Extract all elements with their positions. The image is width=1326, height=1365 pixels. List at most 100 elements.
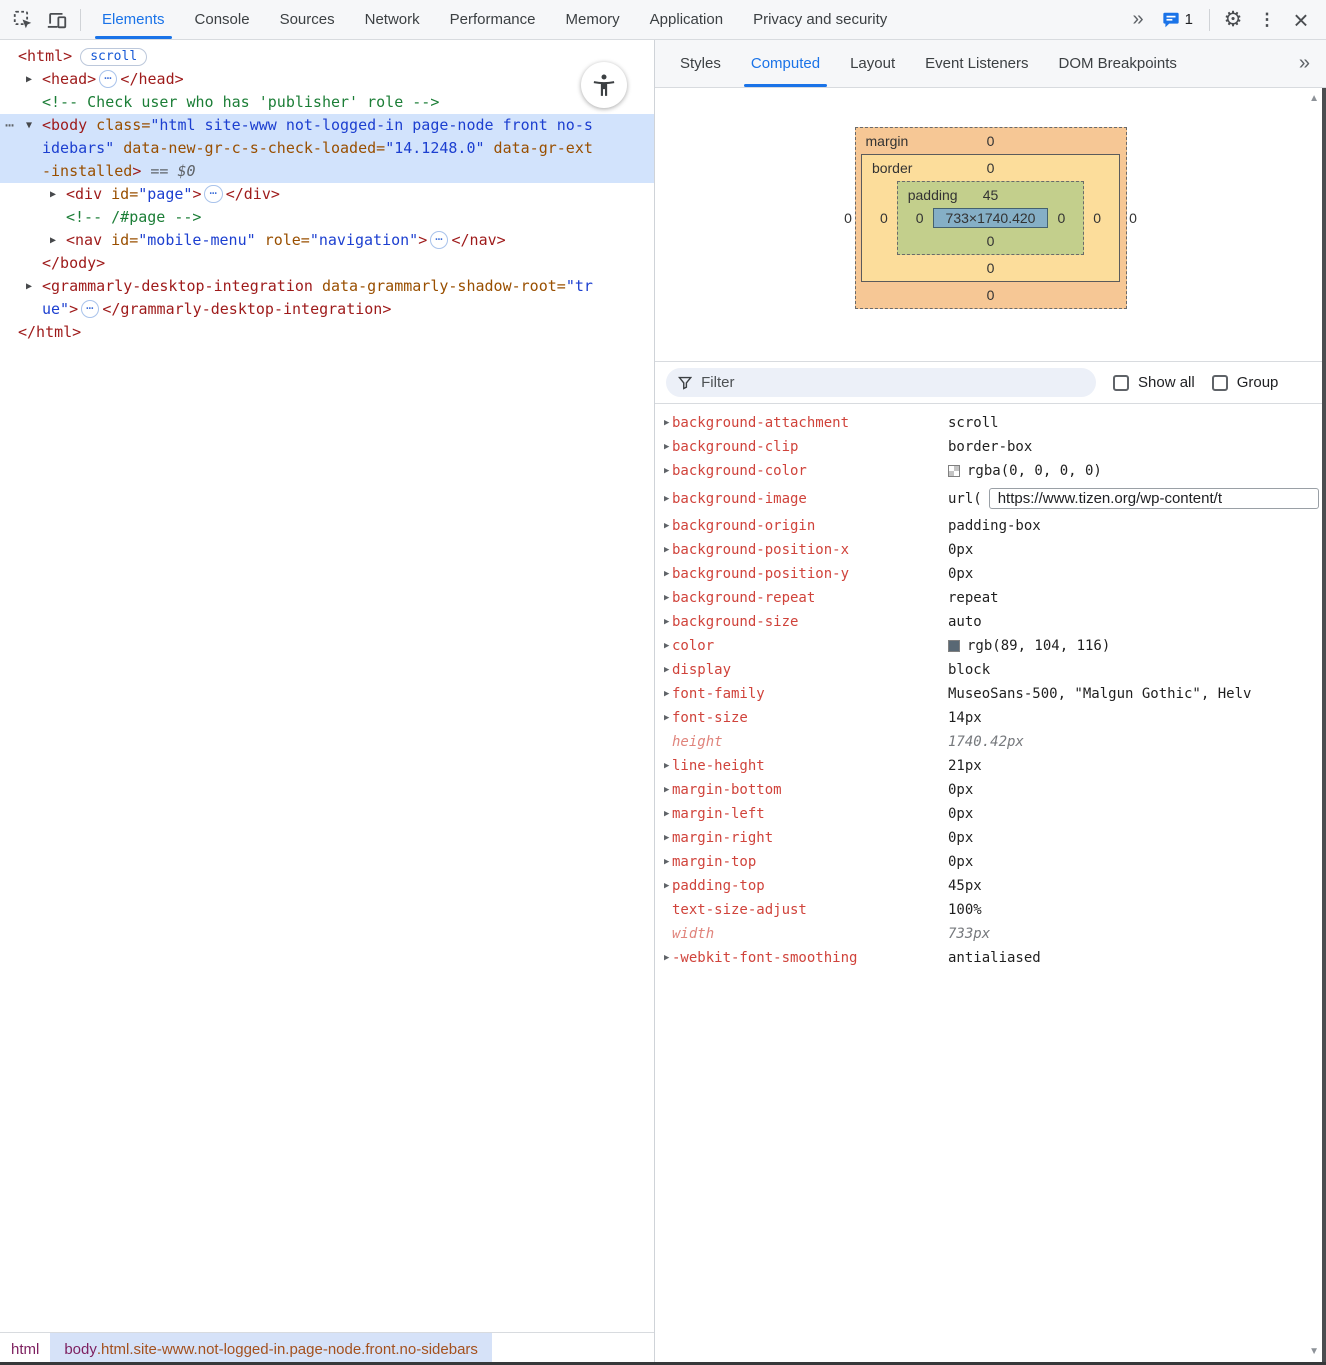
sidebar-tab-event-listeners[interactable]: Event Listeners — [910, 40, 1043, 87]
margin-left-value[interactable]: 0 — [835, 210, 861, 226]
show-all-checkbox[interactable] — [1113, 375, 1129, 391]
device-toolbar-icon[interactable] — [40, 3, 74, 37]
property-expand-arrow-icon[interactable]: ▶ — [655, 761, 672, 771]
collapse-arrow-icon[interactable]: ▼ — [26, 114, 32, 137]
more-tabs-icon[interactable]: » — [1123, 8, 1152, 31]
property-expand-arrow-icon[interactable]: ▶ — [655, 617, 672, 627]
content-size-value[interactable]: 733×1740.420 — [933, 208, 1049, 228]
breadcrumb-item[interactable]: html — [0, 1333, 50, 1365]
expand-arrow-icon[interactable]: ▶ — [26, 275, 32, 298]
computed-property-row[interactable]: ▶background-repeatrepeat — [655, 586, 1326, 610]
property-expand-arrow-icon[interactable]: ▶ — [655, 641, 672, 651]
margin-top-value[interactable]: 0 — [987, 133, 995, 149]
computed-property-row[interactable]: ▶padding-top45px — [655, 874, 1326, 898]
computed-property-row[interactable]: text-size-adjust100% — [655, 898, 1326, 922]
dom-tree-node[interactable]: <!-- Check user who has 'publisher' role… — [0, 91, 600, 114]
padding-bottom-value[interactable]: 0 — [987, 233, 995, 249]
settings-gear-icon[interactable]: ⚙ — [1216, 3, 1250, 37]
filter-input[interactable] — [701, 374, 1084, 391]
tab-sources[interactable]: Sources — [265, 0, 350, 39]
padding-top-value[interactable]: 45 — [983, 187, 999, 203]
computed-property-row[interactable]: ▶displayblock — [655, 658, 1326, 682]
expand-arrow-icon[interactable]: ▶ — [50, 183, 56, 206]
tab-performance[interactable]: Performance — [435, 0, 551, 39]
dom-tree-node[interactable]: ▶<head>⋯</head> — [0, 68, 600, 91]
expand-arrow-icon[interactable]: ▶ — [26, 68, 32, 91]
sidebar-tab-styles[interactable]: Styles — [665, 40, 736, 87]
border-top-value[interactable]: 0 — [987, 160, 995, 176]
computed-property-row[interactable]: height1740.42px — [655, 730, 1326, 754]
dom-tree-node[interactable]: ▶<nav id="mobile-menu" role="navigation"… — [0, 229, 600, 252]
dom-tree-node[interactable]: </body> — [0, 252, 600, 275]
breadcrumb-item[interactable]: body.html.site-www.not-logged-in.page-no… — [50, 1333, 492, 1365]
padding-left-value[interactable]: 0 — [907, 210, 933, 226]
computed-property-row[interactable]: ▶background-colorrgba(0, 0, 0, 0) — [655, 459, 1326, 483]
property-expand-arrow-icon[interactable]: ▶ — [655, 857, 672, 867]
computed-property-row[interactable]: ▶margin-top0px — [655, 850, 1326, 874]
sidebar-more-tabs-icon[interactable]: » — [1289, 52, 1326, 75]
computed-property-row[interactable]: ▶colorrgb(89, 104, 116) — [655, 634, 1326, 658]
margin-right-value[interactable]: 0 — [1120, 210, 1146, 226]
property-expand-arrow-icon[interactable]: ▶ — [655, 953, 672, 963]
collapsed-content-ellipsis-icon[interactable]: ⋯ — [430, 231, 448, 249]
dom-tree-node[interactable]: ⋯▼<body class="html site-www not-logged-… — [0, 114, 654, 183]
computed-property-row[interactable]: ▶background-attachmentscroll — [655, 411, 1326, 435]
property-expand-arrow-icon[interactable]: ▶ — [655, 521, 672, 531]
sidebar-tab-computed[interactable]: Computed — [736, 40, 835, 87]
property-expand-arrow-icon[interactable]: ▶ — [655, 881, 672, 891]
computed-property-row[interactable]: width733px — [655, 922, 1326, 946]
background-image-url-link[interactable]: https://www.tizen.org/wp-content/t — [989, 488, 1319, 509]
computed-property-row[interactable]: ▶line-height21px — [655, 754, 1326, 778]
scroll-down-icon[interactable]: ▼ — [1309, 1346, 1319, 1357]
color-swatch[interactable] — [948, 465, 960, 477]
more-options-icon[interactable]: ⋮ — [1250, 3, 1284, 37]
accessibility-overlay-button[interactable] — [581, 62, 627, 108]
property-expand-arrow-icon[interactable]: ▶ — [655, 466, 672, 476]
sidebar-tab-dom-breakpoints[interactable]: DOM Breakpoints — [1044, 40, 1192, 87]
group-checkbox[interactable] — [1212, 375, 1228, 391]
border-right-value[interactable]: 0 — [1084, 210, 1110, 226]
margin-bottom-value[interactable]: 0 — [987, 287, 995, 303]
computed-property-row[interactable]: ▶background-position-y0px — [655, 562, 1326, 586]
box-model-padding[interactable]: padding 45 0 733×1740.420 0 0 — [897, 181, 1085, 255]
tab-privacy-and-security[interactable]: Privacy and security — [738, 0, 902, 39]
property-expand-arrow-icon[interactable]: ▶ — [655, 833, 672, 843]
computed-property-row[interactable]: ▶margin-bottom0px — [655, 778, 1326, 802]
dom-tree-node[interactable]: <html>scroll — [0, 45, 600, 68]
property-expand-arrow-icon[interactable]: ▶ — [655, 545, 672, 555]
computed-property-row[interactable]: ▶background-sizeauto — [655, 610, 1326, 634]
box-model-margin[interactable]: margin 0 0 border 0 0 — [855, 127, 1127, 309]
property-expand-arrow-icon[interactable]: ▶ — [655, 809, 672, 819]
box-model-border[interactable]: border 0 0 padding 45 — [861, 154, 1120, 282]
computed-property-row[interactable]: ▶background-imageurl(https://www.tizen.o… — [655, 483, 1326, 514]
computed-property-row[interactable]: ▶background-position-x0px — [655, 538, 1326, 562]
computed-property-row[interactable]: ▶background-clipborder-box — [655, 435, 1326, 459]
property-expand-arrow-icon[interactable]: ▶ — [655, 442, 672, 452]
padding-right-value[interactable]: 0 — [1048, 210, 1074, 226]
collapsed-content-ellipsis-icon[interactable]: ⋯ — [204, 185, 222, 203]
sidebar-tab-layout[interactable]: Layout — [835, 40, 910, 87]
computed-property-row[interactable]: ▶-webkit-font-smoothingantialiased — [655, 946, 1326, 970]
property-expand-arrow-icon[interactable]: ▶ — [655, 665, 672, 675]
tab-application[interactable]: Application — [635, 0, 738, 39]
computed-property-row[interactable]: ▶margin-right0px — [655, 826, 1326, 850]
issues-counter[interactable]: 1 — [1152, 11, 1203, 29]
scroll-up-icon[interactable]: ▲ — [1309, 93, 1319, 104]
property-expand-arrow-icon[interactable]: ▶ — [655, 593, 672, 603]
property-expand-arrow-icon[interactable]: ▶ — [655, 713, 672, 723]
property-expand-arrow-icon[interactable]: ▶ — [655, 418, 672, 428]
collapsed-content-ellipsis-icon[interactable]: ⋯ — [99, 70, 117, 88]
property-expand-arrow-icon[interactable]: ▶ — [655, 494, 672, 504]
filter-field[interactable] — [666, 368, 1096, 397]
tab-memory[interactable]: Memory — [551, 0, 635, 39]
dom-tree-node[interactable]: </html> — [0, 321, 600, 344]
scroll-badge[interactable]: scroll — [80, 48, 147, 66]
border-left-value[interactable]: 0 — [871, 210, 897, 226]
dom-tree-node[interactable]: ▶<grammarly-desktop-integration data-gra… — [0, 275, 600, 321]
dom-tree-node[interactable]: ▶<div id="page">⋯</div> — [0, 183, 600, 206]
tab-console[interactable]: Console — [180, 0, 265, 39]
property-expand-arrow-icon[interactable]: ▶ — [655, 785, 672, 795]
computed-property-row[interactable]: ▶font-size14px — [655, 706, 1326, 730]
close-devtools-icon[interactable]: × — [1284, 3, 1318, 37]
computed-property-row[interactable]: ▶background-originpadding-box — [655, 514, 1326, 538]
